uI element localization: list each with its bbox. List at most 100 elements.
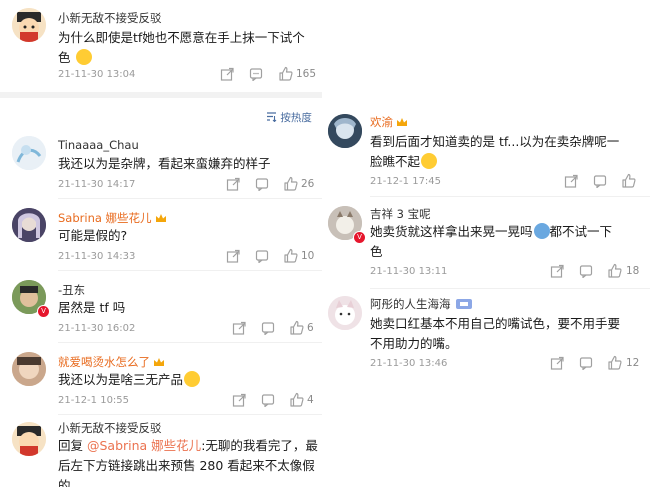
comment-date: 21-12-1 10:55 (58, 395, 130, 406)
like-count: 6 (307, 322, 314, 334)
username-text: 阿彤的人生海海 (370, 297, 451, 311)
share-icon[interactable] (232, 393, 246, 407)
username-text: 欢渝 (370, 115, 393, 129)
comment-text: 可能是假的? (58, 228, 128, 243)
comment-icon[interactable] (593, 174, 607, 188)
like-icon[interactable] (283, 248, 298, 263)
username[interactable]: Tinaaaa_Chau (58, 138, 139, 152)
username-text: Sabrina 娜些花儿 (58, 211, 152, 225)
username[interactable]: 就爱喝烫水怎么了 (58, 354, 165, 370)
share-icon[interactable] (226, 177, 240, 191)
like-icon[interactable] (283, 176, 298, 191)
list-item: V -丑东 居然是 tf 吗 21-11-30 16:02 6 (0, 278, 322, 338)
username[interactable]: 吉祥 3 宝呢 (370, 206, 431, 222)
comment-icon[interactable] (255, 249, 269, 263)
comment-text-line: 她卖货就这样拿出来晃一晃吗 (370, 224, 533, 239)
like-icon[interactable] (621, 173, 636, 188)
crown-icon (155, 214, 166, 222)
list-item: 小新无敌不接受反驳 回复 @Sabrina 娜些花儿:无聊的我看完了，最 后左下… (0, 418, 322, 487)
avatar[interactable] (12, 136, 46, 170)
comment-date: 21-12-1 17:45 (370, 176, 442, 187)
comment-text-line: 我还以为是啥三无产品 (58, 372, 184, 387)
comment-date: 21-11-30 14:33 (58, 251, 136, 262)
username[interactable]: 阿彤的人生海海 (370, 296, 473, 312)
avatar[interactable] (12, 208, 46, 242)
comment-icon[interactable] (261, 393, 275, 407)
like-icon[interactable] (278, 66, 293, 81)
comment-date: 21-11-30 14:17 (58, 179, 136, 190)
comment-icon[interactable] (261, 321, 275, 335)
comment-text: 我还以为是啥三无产品 (58, 370, 201, 390)
share-icon[interactable] (226, 249, 240, 263)
list-item: Tinaaaa_Chau 我还以为是杂牌，看起来蛮嫌弃的样子 21-11-30 … (0, 134, 322, 194)
comment-text-line: 看到后面才知道卖的是 tf...以为在卖杂牌呢一 (370, 134, 620, 149)
comment-text: 她卖货就这样拿出来晃一晃吗 都不试一下 色 (370, 222, 645, 262)
username[interactable]: 欢渝 (370, 114, 408, 130)
like-count: 165 (296, 68, 317, 80)
avatar[interactable] (328, 296, 362, 330)
comment-text-line: 都不试一下 (549, 224, 613, 239)
share-icon[interactable] (564, 174, 578, 188)
like-icon[interactable] (289, 392, 304, 407)
comment-text-line: 不用助力的嘴。 (370, 336, 458, 351)
list-item: V 吉祥 3 宝呢 她卖货就这样拿出来晃一晃吗 都不试一下 色 21-11-30 … (328, 202, 650, 282)
comment-text-line: 她卖口红基本不用自己的嘴试色，要不用手要 (370, 316, 621, 331)
comment-date: 21-11-30 13:04 (58, 69, 136, 80)
sort-icon (267, 112, 277, 122)
divider (58, 270, 322, 271)
username[interactable]: 小新无敌不接受反驳 (58, 420, 162, 436)
like-icon[interactable] (607, 263, 622, 278)
avatar[interactable] (12, 352, 46, 386)
comment-icon[interactable] (255, 177, 269, 191)
comment-text: 她卖口红基本不用自己的嘴试色，要不用手要 不用助力的嘴。 (370, 314, 645, 354)
comment-text: 为什么即使是tf她也不愿意在手上抹一下试个 色 (58, 28, 318, 68)
comment-text: 回复 @Sabrina 娜些花儿:无聊的我看完了，最 后左下方链接跳出来预售 2… (58, 436, 320, 487)
divider (58, 414, 322, 415)
share-icon[interactable] (220, 67, 234, 81)
username-text: 就爱喝烫水怎么了 (58, 355, 150, 369)
mention-link[interactable]: @Sabrina 娜些花儿 (87, 438, 201, 453)
comment-text-line: 脸瞧不起 (370, 154, 421, 169)
like-icon[interactable] (289, 320, 304, 335)
avatar[interactable] (12, 422, 46, 456)
comment-text-line: 后左下方链接跳出来预售 280 看起来不太像假 (58, 458, 315, 473)
like-count: 18 (626, 265, 640, 277)
comment-text: 我还以为是杂牌，看起来蛮嫌弃的样子 (58, 156, 271, 171)
list-item: 阿彤的人生海海 她卖口红基本不用自己的嘴试色，要不用手要 不用助力的嘴。 21-… (328, 292, 650, 372)
like-icon[interactable] (607, 355, 622, 370)
share-icon[interactable] (232, 321, 246, 335)
divider (370, 288, 650, 289)
like-count: 26 (301, 178, 315, 190)
comment-text-line: :无聊的我看完了，最 (201, 438, 318, 453)
comment-date: 21-11-30 16:02 (58, 323, 136, 334)
share-icon[interactable] (550, 264, 564, 278)
comment-icon[interactable] (579, 264, 593, 278)
reply-prefix: 回复 (58, 438, 87, 453)
top-comment-panel: 小新无敌不接受反驳 为什么即使是tf她也不愿意在手上抹一下试个 色 21-11-… (0, 0, 322, 96)
comment-text-line: 色 (370, 244, 383, 259)
emoji-icon (421, 153, 438, 169)
list-item: Sabrina 娜些花儿 可能是假的? 21-11-30 14:33 10 (0, 206, 322, 266)
username[interactable]: Sabrina 娜些花儿 (58, 210, 167, 226)
like-count: 10 (301, 250, 315, 262)
like-count: 12 (626, 357, 640, 369)
divider (58, 342, 322, 343)
comment-text: 看到后面才知道卖的是 tf...以为在卖杂牌呢一 脸瞧不起 (370, 132, 645, 172)
crown-icon (397, 118, 407, 126)
divider (58, 198, 322, 199)
username[interactable]: -丑东 (58, 282, 85, 298)
comment-icon[interactable] (579, 356, 593, 370)
avatar[interactable] (12, 8, 46, 42)
emoji-icon (184, 371, 201, 387)
username[interactable]: 小新无敌不接受反驳 (58, 10, 162, 26)
comment-icon[interactable] (249, 67, 263, 81)
sort-button[interactable]: 按热度 (266, 110, 312, 125)
divider (370, 196, 650, 197)
avatar[interactable] (328, 114, 362, 148)
like-count: 4 (307, 394, 314, 406)
right-comment-list: 欢渝 看到后面才知道卖的是 tf...以为在卖杂牌呢一 脸瞧不起 21-12-1… (328, 104, 650, 487)
left-comment-list: 按热度 Tinaaaa_Chau 我还以为是杂牌，看起来蛮嫌弃的样子 21-11… (0, 98, 322, 487)
emoji-icon (75, 49, 92, 65)
comment-text-line: 为什么即使是tf她也不愿意在手上抹一下试个 (58, 30, 305, 45)
share-icon[interactable] (550, 356, 564, 370)
